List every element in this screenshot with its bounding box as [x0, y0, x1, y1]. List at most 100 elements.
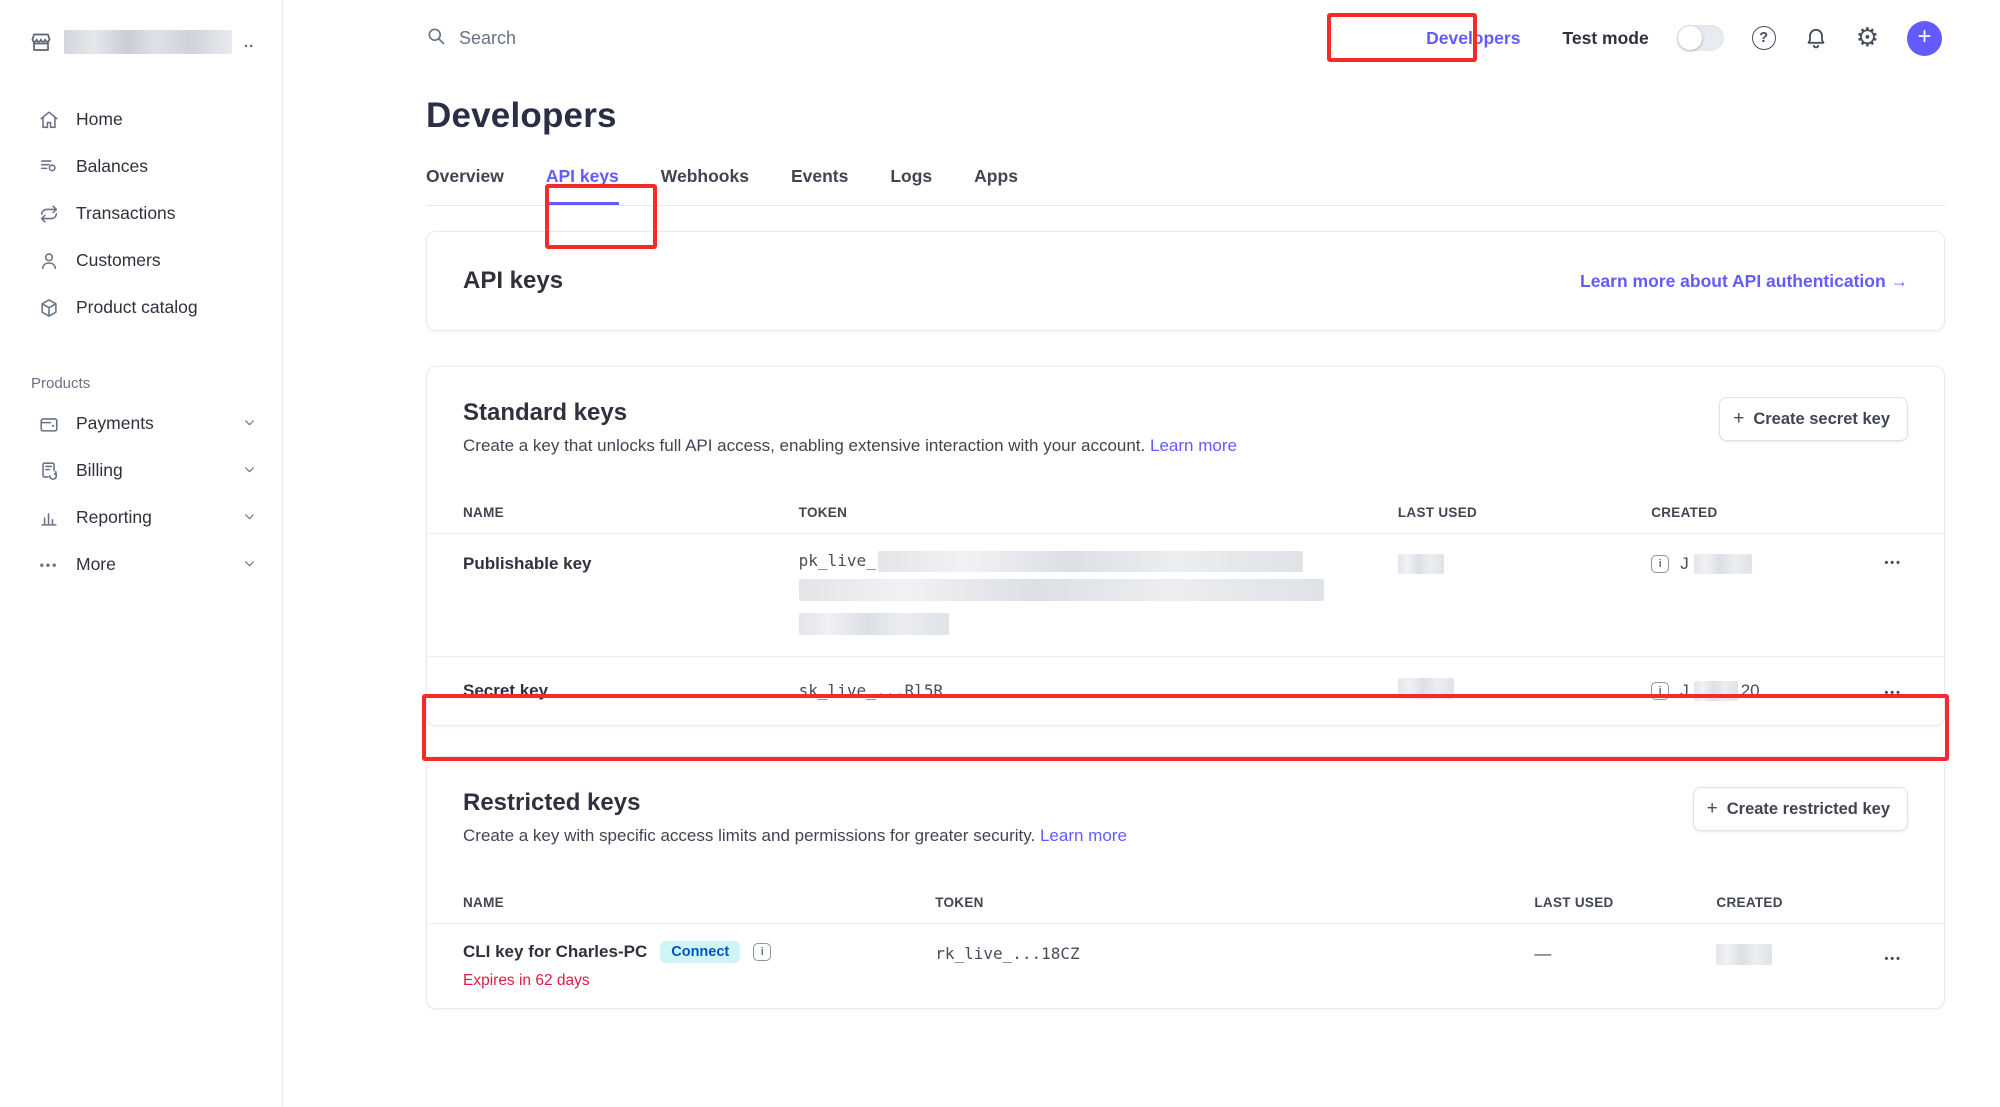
help-icon: ? — [1752, 26, 1776, 50]
row-overflow-menu-button[interactable]: ••• — [1884, 557, 1902, 569]
api-keys-panel: API keys Learn more about API authentica… — [426, 231, 1945, 331]
chevron-down-icon — [243, 413, 256, 434]
column-header-last-used: LAST USED — [1398, 505, 1651, 520]
sidebar-section-products: Products — [0, 375, 282, 392]
sidebar-item-label: More — [76, 554, 116, 575]
restricted-keys-title: Restricted keys — [463, 789, 1908, 817]
sidebar-item-transactions[interactable]: Transactions — [0, 190, 282, 237]
key-name: Publishable key — [427, 554, 799, 574]
sidebar-item-balances[interactable]: Balances — [0, 143, 282, 190]
info-icon[interactable]: i — [1651, 682, 1669, 700]
sidebar-item-label: Customers — [76, 250, 161, 271]
sidebar-item-label: Reporting — [76, 507, 152, 528]
standard-keys-title: Standard keys — [463, 399, 1908, 427]
secret-key-token[interactable]: sk_live_...Rl5R — [799, 681, 944, 700]
tab-webhooks[interactable]: Webhooks — [661, 166, 749, 205]
restricted-keys-panel: Restricted keys Create a key with specif… — [426, 756, 1945, 1009]
key-name: Secret key — [427, 681, 799, 701]
test-mode-label: Test mode — [1562, 28, 1648, 49]
key-name: CLI key for Charles-PC — [463, 942, 647, 962]
last-used-value: — — [1534, 944, 1716, 964]
account-switcher[interactable]: .. — [0, 22, 282, 62]
sidebar: .. Home Balances Transactions Customers … — [0, 0, 283, 1107]
column-header-name: NAME — [427, 505, 799, 520]
last-used-redacted — [1398, 554, 1444, 574]
created-value: J — [1680, 554, 1689, 574]
tab-events[interactable]: Events — [791, 166, 848, 205]
create-button[interactable]: + — [1907, 21, 1942, 56]
sidebar-item-product-catalog[interactable]: Product catalog — [0, 284, 282, 331]
tab-overview[interactable]: Overview — [426, 166, 504, 205]
more-icon: ••• — [38, 554, 60, 576]
account-name-redacted — [64, 30, 232, 54]
standard-keys-description: Create a key that unlocks full API acces… — [463, 436, 1145, 455]
developers-link[interactable]: Developers — [1426, 28, 1520, 49]
column-header-name: NAME — [427, 895, 935, 910]
billing-icon — [38, 460, 60, 482]
home-icon — [38, 109, 60, 131]
api-auth-learn-more-link[interactable]: Learn more about API authentication → — [1580, 271, 1908, 292]
connect-badge[interactable]: Connect — [660, 941, 740, 963]
sidebar-item-label: Billing — [76, 460, 123, 481]
row-overflow-menu-button[interactable]: ••• — [1884, 953, 1902, 965]
created-value-suffix: 20 — [1741, 681, 1760, 701]
topbar: Search Developers Test mode ? ⚙ + — [284, 0, 2000, 76]
balances-icon — [38, 156, 60, 178]
token-redacted — [878, 551, 1303, 572]
info-icon[interactable]: i — [753, 943, 771, 961]
content: Developers Overview API keys Webhooks Ev… — [284, 96, 2000, 1009]
search-placeholder: Search — [459, 28, 516, 49]
create-secret-key-button[interactable]: + Create secret key — [1719, 397, 1908, 441]
sidebar-item-billing[interactable]: Billing — [0, 447, 282, 494]
customers-icon — [38, 250, 60, 272]
create-restricted-key-button[interactable]: + Create restricted key — [1693, 787, 1908, 831]
restricted-keys-description: Create a key with specific access limits… — [463, 826, 1035, 845]
column-header-token: TOKEN — [935, 895, 1534, 910]
created-redacted — [1716, 944, 1772, 965]
product-catalog-icon — [38, 297, 60, 319]
search-input[interactable]: Search — [426, 26, 516, 51]
row-overflow-menu-button[interactable]: ••• — [1884, 687, 1902, 699]
sidebar-nav: Home Balances Transactions Customers Pro… — [0, 96, 282, 588]
plus-icon: + — [1707, 798, 1718, 820]
table-row-cli-key: CLI key for Charles-PC Connect i Expires… — [427, 924, 1944, 1008]
test-mode-toggle[interactable] — [1677, 25, 1724, 51]
column-header-created: CREATED — [1716, 895, 1883, 910]
plus-icon: + — [1917, 23, 1931, 51]
sidebar-item-more[interactable]: ••• More — [0, 541, 282, 588]
page-title: Developers — [426, 96, 1945, 136]
settings-button[interactable]: ⚙ — [1856, 25, 1879, 51]
chevron-down-icon — [243, 554, 256, 575]
reporting-icon — [38, 507, 60, 529]
token-redacted — [799, 579, 1324, 601]
sidebar-item-reporting[interactable]: Reporting — [0, 494, 282, 541]
notifications-button[interactable] — [1804, 26, 1828, 50]
sidebar-item-label: Balances — [76, 156, 148, 177]
table-row-publishable-key: Publishable key pk_live_ i J ••• — [427, 534, 1944, 657]
tab-logs[interactable]: Logs — [890, 166, 932, 205]
restricted-keys-table-header: NAME TOKEN LAST USED CREATED — [427, 882, 1944, 924]
standard-keys-learn-more-link[interactable]: Learn more — [1150, 436, 1237, 455]
tab-api-keys[interactable]: API keys — [546, 166, 619, 205]
sidebar-item-customers[interactable]: Customers — [0, 237, 282, 284]
publishable-key-token[interactable]: pk_live_ — [799, 551, 876, 570]
storefront-icon — [30, 31, 52, 53]
last-used-redacted — [1398, 678, 1454, 699]
token-redacted — [799, 613, 949, 635]
restricted-keys-learn-more-link[interactable]: Learn more — [1040, 826, 1127, 845]
column-header-created: CREATED — [1651, 505, 1876, 520]
help-button[interactable]: ? — [1752, 26, 1776, 50]
standard-keys-panel: Standard keys Create a key that unlocks … — [426, 366, 1945, 726]
sidebar-item-payments[interactable]: Payments — [0, 400, 282, 447]
restricted-key-token[interactable]: rk_live_...18CZ — [935, 944, 1080, 963]
created-value: J — [1680, 681, 1689, 701]
sidebar-item-home[interactable]: Home — [0, 96, 282, 143]
stripe-dashboard-page: .. Home Balances Transactions Customers … — [0, 0, 2000, 1107]
bell-icon — [1804, 26, 1828, 50]
transactions-icon — [38, 203, 60, 225]
info-icon[interactable]: i — [1651, 555, 1669, 573]
tab-apps[interactable]: Apps — [974, 166, 1018, 205]
chevron-down-icon — [243, 507, 256, 528]
column-header-last-used: LAST USED — [1534, 895, 1716, 910]
created-redacted — [1694, 681, 1738, 701]
